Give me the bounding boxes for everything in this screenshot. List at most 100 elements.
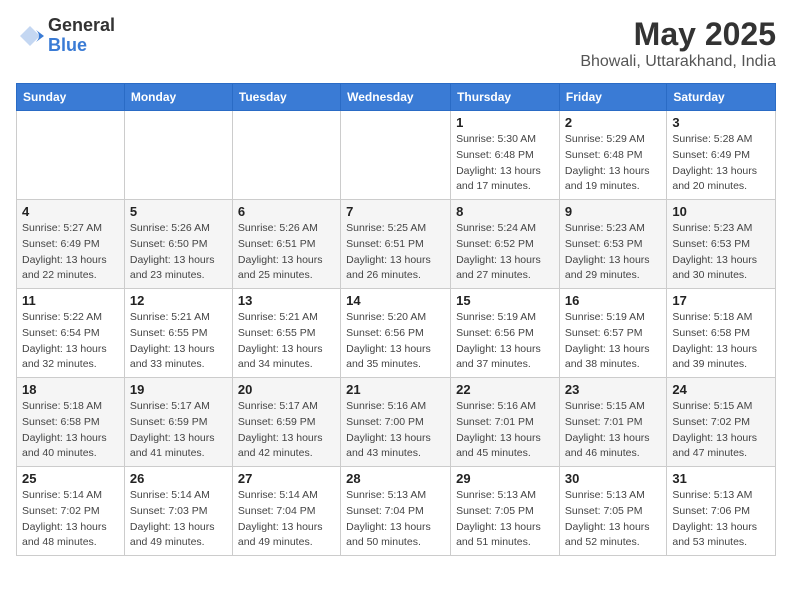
week-row-0: 1 Sunrise: 5:30 AMSunset: 6:48 PMDaylight… bbox=[17, 111, 776, 200]
day-number: 17 bbox=[672, 293, 770, 308]
day-detail: Sunrise: 5:18 AMSunset: 6:58 PMDaylight:… bbox=[672, 310, 770, 373]
day-detail: Sunrise: 5:21 AMSunset: 6:55 PMDaylight:… bbox=[130, 310, 227, 373]
day-detail: Sunrise: 5:14 AMSunset: 7:03 PMDaylight:… bbox=[130, 488, 227, 551]
day-cell: 5 Sunrise: 5:26 AMSunset: 6:50 PMDaylight… bbox=[124, 200, 232, 289]
header-wednesday: Wednesday bbox=[341, 84, 451, 111]
month-title: May 2025 bbox=[580, 16, 776, 53]
day-number: 6 bbox=[238, 204, 335, 219]
logo-icon bbox=[16, 22, 44, 50]
day-cell: 10 Sunrise: 5:23 AMSunset: 6:53 PMDayligh… bbox=[667, 200, 776, 289]
day-cell: 23 Sunrise: 5:15 AMSunset: 7:01 PMDayligh… bbox=[559, 378, 666, 467]
day-number: 15 bbox=[456, 293, 554, 308]
day-cell: 18 Sunrise: 5:18 AMSunset: 6:58 PMDayligh… bbox=[17, 378, 125, 467]
day-detail: Sunrise: 5:16 AMSunset: 7:01 PMDaylight:… bbox=[456, 399, 554, 462]
day-detail: Sunrise: 5:22 AMSunset: 6:54 PMDaylight:… bbox=[22, 310, 119, 373]
day-number: 8 bbox=[456, 204, 554, 219]
day-detail: Sunrise: 5:23 AMSunset: 6:53 PMDaylight:… bbox=[672, 221, 770, 284]
logo-blue: Blue bbox=[48, 36, 115, 56]
day-number: 11 bbox=[22, 293, 119, 308]
week-row-3: 18 Sunrise: 5:18 AMSunset: 6:58 PMDayligh… bbox=[17, 378, 776, 467]
day-cell: 13 Sunrise: 5:21 AMSunset: 6:55 PMDayligh… bbox=[232, 289, 340, 378]
header-thursday: Thursday bbox=[451, 84, 560, 111]
day-detail: Sunrise: 5:28 AMSunset: 6:49 PMDaylight:… bbox=[672, 132, 770, 195]
day-detail: Sunrise: 5:15 AMSunset: 7:02 PMDaylight:… bbox=[672, 399, 770, 462]
day-number: 27 bbox=[238, 471, 335, 486]
day-cell: 16Sunrise: 5:19 AMSunset: 6:57 PMDayligh… bbox=[559, 289, 666, 378]
day-number: 13 bbox=[238, 293, 335, 308]
day-number: 26 bbox=[130, 471, 227, 486]
day-number: 25 bbox=[22, 471, 119, 486]
day-number: 5 bbox=[130, 204, 227, 219]
day-cell: 20 Sunrise: 5:17 AMSunset: 6:59 PMDayligh… bbox=[232, 378, 340, 467]
day-number: 29 bbox=[456, 471, 554, 486]
day-cell bbox=[341, 111, 451, 200]
day-number: 10 bbox=[672, 204, 770, 219]
day-number: 30 bbox=[565, 471, 661, 486]
day-detail: Sunrise: 5:19 AMSunset: 6:56 PMDaylight:… bbox=[456, 310, 554, 373]
day-cell: 9Sunrise: 5:23 AMSunset: 6:53 PMDaylight… bbox=[559, 200, 666, 289]
day-detail: Sunrise: 5:17 AMSunset: 6:59 PMDaylight:… bbox=[238, 399, 335, 462]
day-cell bbox=[124, 111, 232, 200]
day-cell: 8Sunrise: 5:24 AMSunset: 6:52 PMDaylight… bbox=[451, 200, 560, 289]
header-sunday: Sunday bbox=[17, 84, 125, 111]
calendar-body: 1 Sunrise: 5:30 AMSunset: 6:48 PMDaylight… bbox=[17, 111, 776, 556]
day-number: 1 bbox=[456, 115, 554, 130]
day-detail: Sunrise: 5:13 AMSunset: 7:04 PMDaylight:… bbox=[346, 488, 445, 551]
day-detail: Sunrise: 5:19 AMSunset: 6:57 PMDaylight:… bbox=[565, 310, 661, 373]
day-number: 3 bbox=[672, 115, 770, 130]
logo-general: General bbox=[48, 16, 115, 36]
day-number: 4 bbox=[22, 204, 119, 219]
day-detail: Sunrise: 5:29 AMSunset: 6:48 PMDaylight:… bbox=[565, 132, 661, 195]
day-cell: 29Sunrise: 5:13 AMSunset: 7:05 PMDayligh… bbox=[451, 467, 560, 556]
logo-text: General Blue bbox=[48, 16, 115, 56]
day-number: 22 bbox=[456, 382, 554, 397]
day-detail: Sunrise: 5:14 AMSunset: 7:02 PMDaylight:… bbox=[22, 488, 119, 551]
title-block: May 2025 Bhowali, Uttarakhand, India bbox=[580, 16, 776, 71]
day-detail: Sunrise: 5:14 AMSunset: 7:04 PMDaylight:… bbox=[238, 488, 335, 551]
day-number: 12 bbox=[130, 293, 227, 308]
week-row-1: 4 Sunrise: 5:27 AMSunset: 6:49 PMDaylight… bbox=[17, 200, 776, 289]
day-cell: 2 Sunrise: 5:29 AMSunset: 6:48 PMDaylight… bbox=[559, 111, 666, 200]
day-detail: Sunrise: 5:17 AMSunset: 6:59 PMDaylight:… bbox=[130, 399, 227, 462]
day-cell: 17 Sunrise: 5:18 AMSunset: 6:58 PMDayligh… bbox=[667, 289, 776, 378]
day-number: 24 bbox=[672, 382, 770, 397]
day-cell: 14 Sunrise: 5:20 AMSunset: 6:56 PMDayligh… bbox=[341, 289, 451, 378]
header-tuesday: Tuesday bbox=[232, 84, 340, 111]
day-detail: Sunrise: 5:13 AMSunset: 7:05 PMDaylight:… bbox=[565, 488, 661, 551]
day-detail: Sunrise: 5:26 AMSunset: 6:50 PMDaylight:… bbox=[130, 221, 227, 284]
day-number: 28 bbox=[346, 471, 445, 486]
logo: General Blue bbox=[16, 16, 115, 56]
day-number: 14 bbox=[346, 293, 445, 308]
day-cell: 4 Sunrise: 5:27 AMSunset: 6:49 PMDaylight… bbox=[17, 200, 125, 289]
header-friday: Friday bbox=[559, 84, 666, 111]
day-detail: Sunrise: 5:20 AMSunset: 6:56 PMDaylight:… bbox=[346, 310, 445, 373]
day-detail: Sunrise: 5:27 AMSunset: 6:49 PMDaylight:… bbox=[22, 221, 119, 284]
day-detail: Sunrise: 5:15 AMSunset: 7:01 PMDaylight:… bbox=[565, 399, 661, 462]
day-number: 20 bbox=[238, 382, 335, 397]
day-cell: 21 Sunrise: 5:16 AMSunset: 7:00 PMDayligh… bbox=[341, 378, 451, 467]
day-cell: 31Sunrise: 5:13 AMSunset: 7:06 PMDayligh… bbox=[667, 467, 776, 556]
day-number: 2 bbox=[565, 115, 661, 130]
header-monday: Monday bbox=[124, 84, 232, 111]
day-cell bbox=[17, 111, 125, 200]
day-number: 18 bbox=[22, 382, 119, 397]
day-detail: Sunrise: 5:25 AMSunset: 6:51 PMDaylight:… bbox=[346, 221, 445, 284]
day-cell: 30 Sunrise: 5:13 AMSunset: 7:05 PMDayligh… bbox=[559, 467, 666, 556]
day-number: 21 bbox=[346, 382, 445, 397]
day-detail: Sunrise: 5:30 AMSunset: 6:48 PMDaylight:… bbox=[456, 132, 554, 195]
location: Bhowali, Uttarakhand, India bbox=[580, 53, 776, 71]
header-row: SundayMondayTuesdayWednesdayThursdayFrid… bbox=[17, 84, 776, 111]
day-number: 23 bbox=[565, 382, 661, 397]
day-cell: 7Sunrise: 5:25 AMSunset: 6:51 PMDaylight… bbox=[341, 200, 451, 289]
day-number: 9 bbox=[565, 204, 661, 219]
day-detail: Sunrise: 5:13 AMSunset: 7:06 PMDaylight:… bbox=[672, 488, 770, 551]
day-cell: 24 Sunrise: 5:15 AMSunset: 7:02 PMDayligh… bbox=[667, 378, 776, 467]
page-header: General Blue May 2025 Bhowali, Uttarakha… bbox=[16, 16, 776, 71]
day-cell: 11 Sunrise: 5:22 AMSunset: 6:54 PMDayligh… bbox=[17, 289, 125, 378]
day-cell bbox=[232, 111, 340, 200]
day-detail: Sunrise: 5:18 AMSunset: 6:58 PMDaylight:… bbox=[22, 399, 119, 462]
day-detail: Sunrise: 5:21 AMSunset: 6:55 PMDaylight:… bbox=[238, 310, 335, 373]
day-cell: 15 Sunrise: 5:19 AMSunset: 6:56 PMDayligh… bbox=[451, 289, 560, 378]
day-cell: 25 Sunrise: 5:14 AMSunset: 7:02 PMDayligh… bbox=[17, 467, 125, 556]
day-detail: Sunrise: 5:16 AMSunset: 7:00 PMDaylight:… bbox=[346, 399, 445, 462]
